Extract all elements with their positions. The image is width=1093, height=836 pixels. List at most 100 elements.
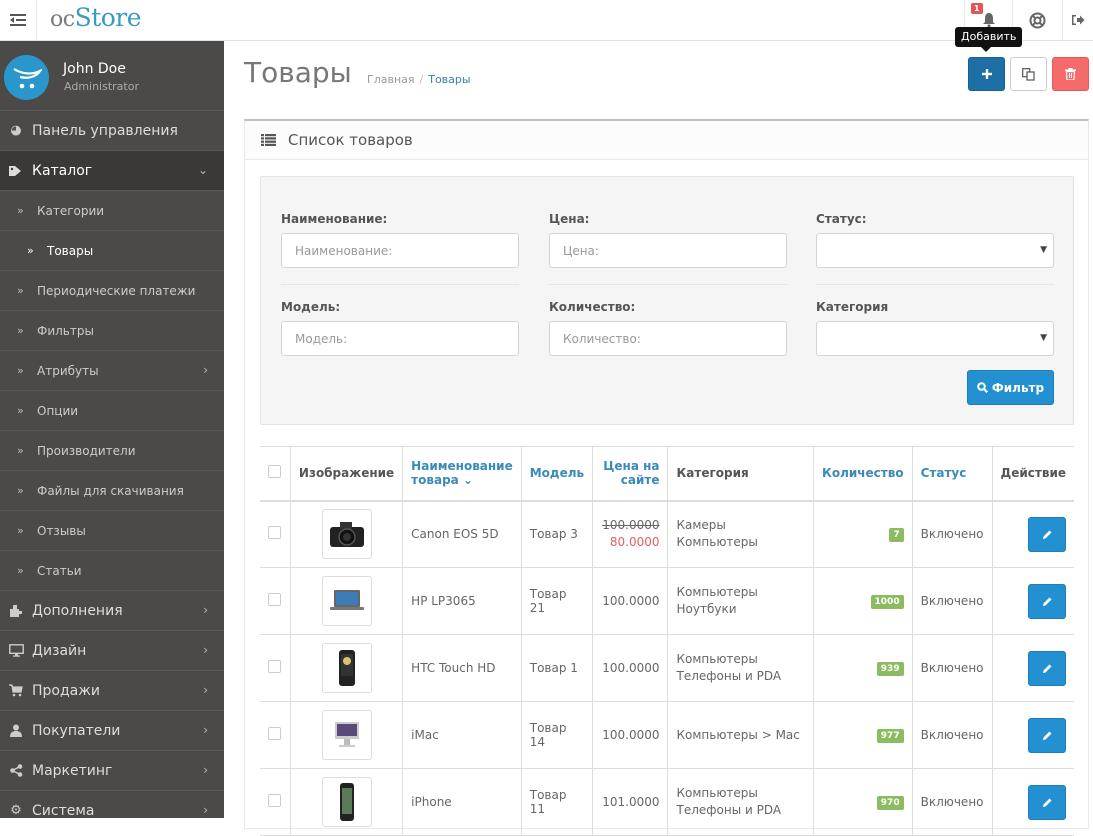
sidebar-item-catalog[interactable]: Каталог ⌄ <box>0 151 224 191</box>
edit-button[interactable] <box>1028 717 1066 753</box>
row-checkbox[interactable] <box>268 593 282 606</box>
product-category: Компьютеры Телефоны и PDA <box>667 768 815 836</box>
sidebar-item-dashboard[interactable]: ◕ Панель управления <box>0 111 224 151</box>
sidebar-subitem-attributes[interactable]: » Атрибуты › <box>0 351 224 391</box>
panel-heading: Список товаров <box>245 121 1088 160</box>
pencil-icon <box>1042 664 1051 673</box>
product-quantity-cell: 970 <box>813 768 913 836</box>
sidebar-subitem-downloads[interactable]: » Файлы для скачивания <box>0 471 224 511</box>
sort-desc-icon: ⌄ <box>462 473 473 488</box>
product-thumbnail[interactable] <box>321 509 372 560</box>
col-quantity[interactable]: Количество <box>813 446 913 502</box>
row-checkbox[interactable] <box>268 526 282 540</box>
product-thumbnail[interactable] <box>321 710 372 760</box>
filter-model-input[interactable] <box>281 321 519 356</box>
row-select-cell <box>260 500 291 568</box>
sidebar-subitem-filters[interactable]: » Фильтры <box>0 311 224 351</box>
col-image: Изображение <box>289 446 404 502</box>
sidebar-item-design[interactable]: Дизайн › <box>0 631 224 671</box>
product-category: Компьютеры Телефоны и PDA <box>667 634 815 702</box>
add-product-button[interactable] <box>968 57 1005 91</box>
product-price: 100.0000 <box>602 660 660 675</box>
filter-quantity-input[interactable] <box>549 321 787 356</box>
col-price[interactable]: Цена на сайте <box>592 446 669 502</box>
sidebar-subitem-recurring[interactable]: » Периодические платежи <box>0 271 224 311</box>
iphone-image <box>339 783 354 821</box>
edit-button[interactable] <box>1028 583 1066 619</box>
logo[interactable]: ocStore <box>50 3 142 32</box>
product-thumbnail[interactable] <box>321 576 372 626</box>
row-select-cell <box>260 768 291 836</box>
sidebar-item-label: Система <box>32 802 95 819</box>
caret-down-icon: ▼ <box>1040 333 1047 343</box>
logout-button[interactable] <box>1062 0 1093 40</box>
product-model: Товар 1 <box>520 634 594 702</box>
sidebar-item-customers[interactable]: Покупатели › <box>0 711 224 751</box>
page-title: Товары <box>244 56 352 89</box>
row-checkbox[interactable] <box>268 794 282 807</box>
product-model: Товар 11 <box>520 768 594 836</box>
sidebar-item-label: Покупатели <box>32 722 121 739</box>
sidebar-subitem-options[interactable]: » Опции <box>0 391 224 431</box>
sidebar-toggle-button[interactable] <box>0 0 37 40</box>
filter-status-select[interactable]: ▼ <box>816 233 1054 268</box>
product-price: 101.0000 <box>602 794 660 809</box>
sidebar-subitem-products[interactable]: » Товары <box>0 231 224 271</box>
sidebar-item-marketing[interactable]: Маркетинг › <box>0 751 224 791</box>
sidebar-item-sales[interactable]: Продажи › <box>0 671 224 711</box>
col-category: Категория <box>667 446 815 502</box>
product-status: Включено <box>911 701 993 769</box>
notification-badge: 1 <box>971 3 983 14</box>
category-entry: Телефоны и PDA <box>676 803 782 817</box>
product-name: HTC Touch HD <box>402 634 522 702</box>
filter-name-input[interactable] <box>281 233 519 268</box>
phone-image <box>338 650 355 686</box>
category-entry: Компьютеры > Mac <box>676 727 800 742</box>
tags-icon <box>0 165 32 177</box>
sidebar-subitem-reviews[interactable]: » Отзывы <box>0 511 224 551</box>
product-thumbnail[interactable] <box>321 777 372 827</box>
sidebar-subitem-manufacturers[interactable]: » Производители <box>0 431 224 471</box>
col-name[interactable]: Наименование товара ⌄ <box>402 446 522 502</box>
edit-button[interactable] <box>1028 650 1066 686</box>
product-thumbnail[interactable] <box>321 643 372 693</box>
select-all-checkbox[interactable] <box>268 465 282 479</box>
row-image-cell <box>289 500 404 568</box>
edit-button[interactable] <box>1028 516 1066 552</box>
plus-icon <box>981 69 992 79</box>
delete-product-button[interactable] <box>1052 57 1089 91</box>
sidebar-subitem-label: Атрибуты <box>37 363 99 378</box>
breadcrumb-current[interactable]: Товары <box>428 73 470 86</box>
product-name: iPhone <box>402 768 522 836</box>
table-row: HP LP3065 Товар 21 100.0000 Компьютеры Но… <box>260 567 1074 635</box>
sidebar-item-label: Панель управления <box>32 122 178 139</box>
category-entry: Компьютеры <box>676 535 758 550</box>
row-checkbox[interactable] <box>268 727 282 740</box>
row-checkbox[interactable] <box>268 660 282 673</box>
category-entry: Компьютеры <box>676 585 758 599</box>
edit-button[interactable] <box>1028 784 1066 820</box>
filter-button[interactable]: Фильтр <box>967 370 1054 405</box>
filter-category-select[interactable]: ▼ <box>816 321 1054 356</box>
sidebar-item-system[interactable]: ⚙ Система › <box>0 791 224 819</box>
chevron-right-icon: › <box>203 643 208 657</box>
sidebar-subitem-label: Опции <box>37 403 79 418</box>
category-entry: Камеры <box>676 518 726 533</box>
breadcrumb-home[interactable]: Главная <box>367 73 415 86</box>
col-model[interactable]: Модель <box>520 446 594 502</box>
filter-price-input[interactable] <box>549 233 787 268</box>
sidebar-subitem-categories[interactable]: » Категории <box>0 191 224 231</box>
col-status[interactable]: Статус <box>911 446 993 502</box>
product-model: Товар 3 <box>520 500 594 568</box>
sidebar-subitem-articles[interactable]: » Статьи <box>0 551 224 591</box>
quantity-badge: 7 <box>889 528 904 543</box>
double-chevron-icon: » <box>17 444 24 457</box>
list-icon <box>261 131 276 150</box>
quantity-badge: 1000 <box>870 595 904 609</box>
row-action-cell <box>991 500 1074 568</box>
user-profile[interactable]: John Doe Administrator <box>0 41 224 111</box>
row-action-cell <box>991 701 1074 769</box>
copy-product-button[interactable] <box>1010 57 1047 91</box>
table-header-row: Изображение Наименование товара ⌄ Модель… <box>260 446 1074 502</box>
sidebar-item-extensions[interactable]: Дополнения › <box>0 591 224 631</box>
